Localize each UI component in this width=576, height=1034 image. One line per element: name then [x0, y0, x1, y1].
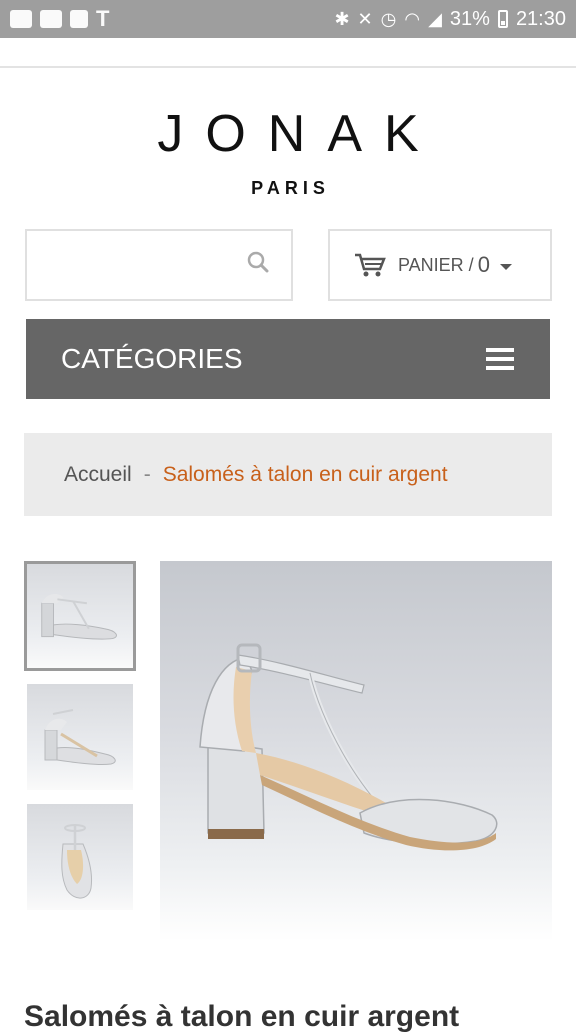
mute-icon: ✕ [357, 8, 373, 29]
shoe-image [199, 643, 498, 851]
wifi-icon: ◠ [404, 8, 421, 29]
search-icon[interactable] [247, 251, 269, 273]
battery-percent: 31% [449, 7, 490, 30]
cart-count: 0 [477, 252, 490, 277]
gmail-icon [40, 10, 62, 28]
battery-icon [497, 10, 508, 28]
breadcrumb-separator: - [143, 462, 151, 486]
status-bar: T ✱ ✕ ◷ ◠ ◢ 31% 21:30 [0, 0, 576, 38]
product-thumbnail-1[interactable] [24, 561, 136, 671]
clock: 21:30 [515, 7, 566, 30]
categories-menu[interactable]: CATÉGORIES [26, 319, 550, 399]
search-box[interactable] [25, 229, 293, 301]
shoe-image [61, 824, 92, 899]
alarm-icon: ◷ [380, 8, 397, 29]
status-left-icons: T [10, 6, 110, 31]
product-title: Salomés à talon en cuir argent [24, 1000, 460, 1033]
cart-button[interactable]: PANIER / 0 [328, 229, 552, 301]
shoe-image [44, 709, 116, 765]
status-right-icons: ✱ ✕ ◷ ◠ ◢ 31% 21:30 [334, 8, 566, 31]
cart-icon [355, 253, 386, 277]
cart-label: PANIER / [398, 254, 474, 275]
product-thumbnail-3[interactable] [27, 804, 133, 910]
brand-name: JONAK [157, 105, 441, 163]
brand-city: PARIS [251, 178, 330, 198]
signal-icon: ◢ [428, 8, 442, 29]
brand-logo[interactable]: JONAK PARIS [0, 104, 576, 199]
bluetooth-icon: ✱ [334, 8, 350, 29]
categories-label: CATÉGORIES [61, 343, 243, 374]
product-main-image[interactable] [160, 561, 552, 941]
breadcrumb: Accueil - Salomés à talon en cuir argent [24, 433, 552, 516]
search-input[interactable] [27, 231, 237, 299]
chevron-down-icon [499, 264, 512, 270]
hamburger-icon[interactable] [486, 348, 514, 370]
header-divider [0, 66, 576, 68]
t-icon: T [96, 6, 110, 31]
message-icon [10, 10, 32, 28]
breadcrumb-current: Salomés à talon en cuir argent [162, 462, 448, 486]
gallery-icon [70, 10, 88, 28]
shoe-image [41, 594, 117, 640]
product-thumbnail-2[interactable] [27, 684, 133, 790]
breadcrumb-home-link[interactable]: Accueil [64, 463, 132, 487]
